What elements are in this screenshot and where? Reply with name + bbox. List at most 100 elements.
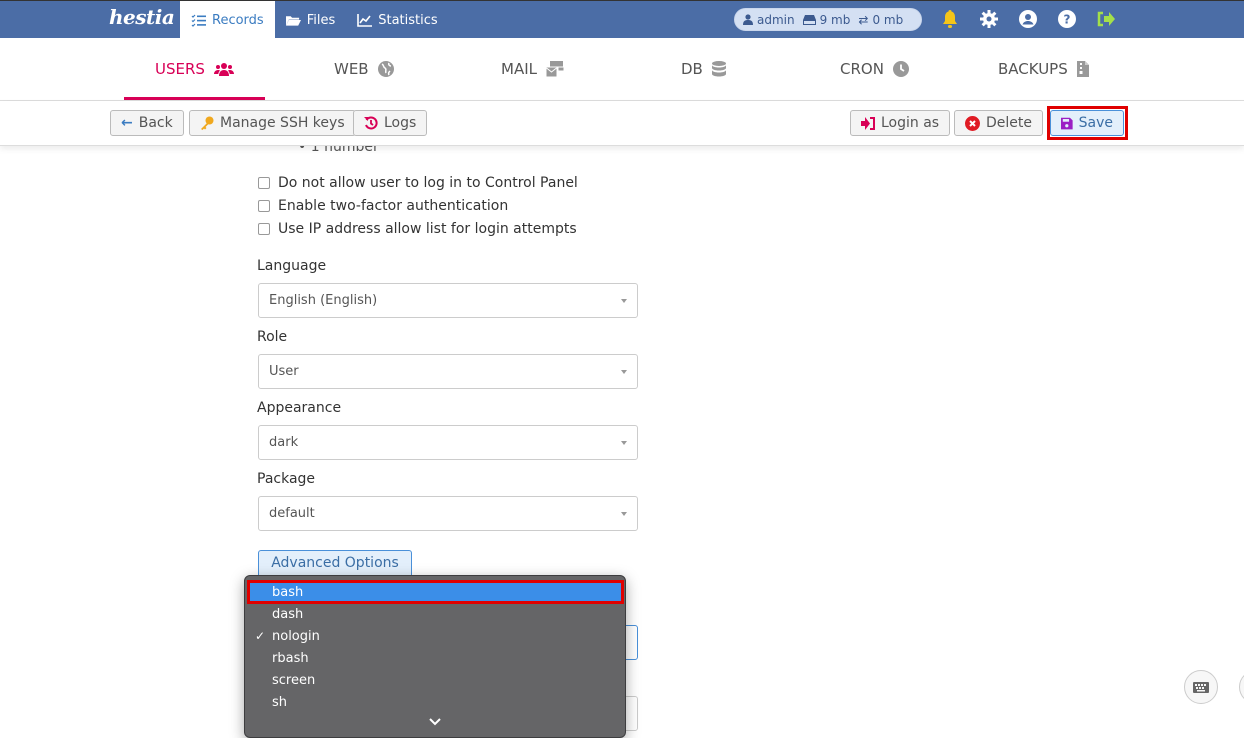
logs-button[interactable]: Logs [353,110,428,136]
nav-records-label: Records [212,12,264,28]
checkmark-icon: ✓ [255,629,266,643]
checkbox-disable-login[interactable]: Do not allow user to log in to Control P… [258,175,578,191]
checkbox-two-factor[interactable]: Enable two-factor authentication [258,198,508,214]
option-label: bash [272,584,304,600]
floppy-disk-icon [1061,117,1073,129]
back-button[interactable]: ← Back [110,110,184,136]
svg-text:?: ? [1064,13,1071,27]
scroll-down-chevron-icon[interactable] [245,715,625,729]
tab-mail-label: MAIL [501,60,537,78]
tab-db-label: DB [681,60,703,78]
user-stat: admin [743,13,795,27]
checkbox-box[interactable] [258,177,270,189]
user-tie-icon [743,14,753,25]
bandwidth-stat-value: 0 mb [872,12,904,27]
save-button[interactable]: Save [1050,110,1124,136]
shell-option-sh[interactable]: sh [249,691,621,713]
top-nav: Records Files Statistics [180,1,449,39]
manage-ssh-keys-button[interactable]: Manage SSH keys [189,110,356,136]
tab-users[interactable]: USERS [124,38,265,100]
login-as-button[interactable]: Login as [850,110,951,136]
gear-icon[interactable] [979,9,999,29]
shell-dropdown-menu: bash dash ✓ nologin rbash screen sh [244,575,626,738]
disk-stat-value: 9 mb [819,12,851,27]
disk-stat: 9 mb [802,12,851,27]
save-label: Save [1078,115,1113,131]
tab-backups[interactable]: BACKUPS [998,38,1089,100]
users-icon [213,63,234,76]
file-zip-icon [1076,61,1089,77]
language-select[interactable]: English (English) [258,283,638,318]
checkbox-box[interactable] [258,200,270,212]
checkbox-ip-allow-list[interactable]: Use IP address allow list for login atte… [258,221,577,237]
shell-option-screen[interactable]: screen [249,669,621,691]
hdd-icon [802,14,816,25]
nav-files[interactable]: Files [275,1,347,39]
nav-records[interactable]: Records [180,1,275,39]
keyboard-icon [1193,681,1209,693]
folder-open-icon [285,15,301,26]
tab-db[interactable]: DB [681,38,726,100]
clock-icon [892,61,909,77]
option-label: sh [272,694,288,710]
shell-option-nologin[interactable]: ✓ nologin [249,625,621,647]
user-circle-icon[interactable] [1018,9,1038,29]
tab-cron-label: CRON [840,60,884,78]
tab-cron[interactable]: CRON [840,38,909,100]
appearance-label: Appearance [257,400,342,416]
database-icon [711,61,726,77]
arrow-left-icon: ← [121,115,133,131]
bell-icon[interactable] [940,9,960,29]
tab-web[interactable]: WEB [334,38,394,100]
nav-statistics[interactable]: Statistics [346,1,448,39]
package-value: default [269,506,315,521]
tab-users-label: USERS [155,60,205,78]
list-check-icon [191,14,206,27]
shell-option-dash[interactable]: dash [249,603,621,625]
caret-down-icon [621,299,627,303]
caret-down-icon [621,370,627,374]
bandwidth-stat: ⇄ 0 mb [858,13,903,27]
key-icon [201,116,214,130]
advanced-options-button[interactable]: Advanced Options [258,550,412,576]
checkbox-label: Do not allow user to log in to Control P… [278,175,578,191]
caret-down-icon [621,441,627,445]
checkbox-label: Use IP address allow list for login atte… [278,221,577,237]
usage-stats[interactable]: admin 9 mb ⇄ 0 mb [734,8,922,31]
appearance-value: dark [269,435,299,450]
sign-in-icon [861,116,875,130]
help-icon[interactable]: ? [1057,9,1077,29]
appearance-select[interactable]: dark [258,425,638,460]
history-icon [364,116,378,130]
option-label: rbash [272,650,309,666]
role-label: Role [257,329,288,345]
logout-icon[interactable] [1096,9,1116,29]
shell-option-bash[interactable]: bash [249,581,621,603]
shell-option-rbash[interactable]: rbash [249,647,621,669]
keyboard-shortcuts-button[interactable] [1184,670,1218,704]
logs-label: Logs [384,115,417,131]
option-label: dash [272,606,304,622]
role-value: User [269,364,299,379]
section-tabs: USERS WEB MAIL DB CRON BACKUPS [0,38,1244,101]
package-select[interactable]: default [258,496,638,531]
user-stat-value: admin [757,12,795,27]
scroll-top-button[interactable] [1239,670,1244,704]
checkbox-box[interactable] [258,223,270,235]
circle-x-icon [965,115,980,131]
role-select[interactable]: User [258,354,638,389]
delete-button[interactable]: Delete [954,110,1043,136]
nav-files-label: Files [306,12,336,28]
ssh-label: Manage SSH keys [220,115,345,131]
hestia-logo[interactable]: hestia [109,5,175,29]
globe-icon [377,61,394,77]
top-icons: ? [940,9,1116,29]
tab-mail[interactable]: MAIL [501,38,565,100]
tab-backups-label: BACKUPS [998,60,1068,78]
option-label: screen [272,672,316,688]
checkbox-label: Enable two-factor authentication [278,198,509,214]
tab-web-label: WEB [334,60,369,78]
option-label: nologin [272,628,320,644]
top-bar: hestia Records Files Statistics admin 9 … [0,0,1244,39]
delete-label: Delete [986,115,1032,131]
